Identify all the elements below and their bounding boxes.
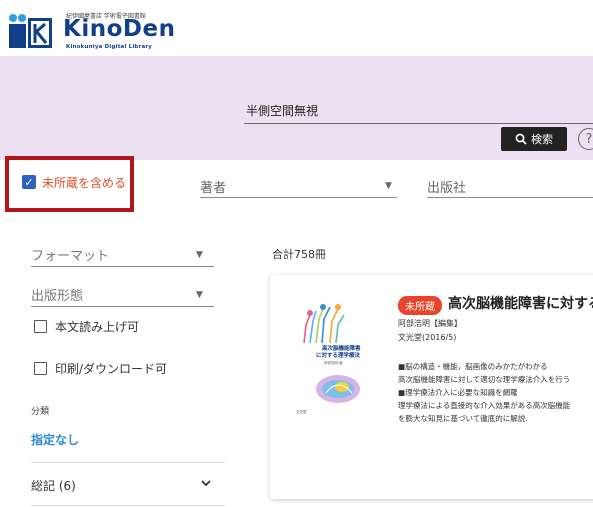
logo-subtitle: Kinokuniya Digital Library <box>66 44 153 50</box>
help-icon[interactable]: ? <box>578 128 593 150</box>
publisher-select[interactable]: 出版社 <box>427 176 593 198</box>
book-cover-image[interactable]: 高次脳機能障害 に対する理学療法 阿部浩明 編 文光堂 <box>286 285 386 419</box>
include-unowned-label[interactable]: 未所蔵を含める <box>42 174 126 191</box>
kinoden-logo-icon[interactable] <box>6 12 54 50</box>
category-none-link[interactable]: 指定なし <box>31 431 79 448</box>
book-title-link[interactable]: 高次脳機能障害に対する <box>448 293 593 313</box>
title-search-value: 半側空間無視 <box>246 104 319 118</box>
format-select[interactable]: フォーマット ▼ <box>31 243 214 267</box>
include-unowned-checkbox[interactable]: ✓ <box>22 175 36 189</box>
book-result-card[interactable]: 高次脳機能障害 に対する理学療法 阿部浩明 編 文光堂 未所蔵 高次脳機能障害に… <box>270 275 593 499</box>
publication-type-arrow-icon: ▼ <box>196 290 203 300</box>
publication-type-select[interactable]: 出版形態 ▼ <box>31 283 214 307</box>
sidebar-divider <box>31 462 225 463</box>
publication-type-label: 出版形態 <box>31 289 84 304</box>
author-dropdown-arrow-icon: ▼ <box>385 181 392 191</box>
book-publisher: 文光堂(2016/5) <box>398 333 457 342</box>
read-aloud-checkbox[interactable] <box>34 319 47 333</box>
header: 紀伊國屋書店 学術電子図書館 KinoDen Kinokuniya Digita… <box>0 0 593 56</box>
book-description-line: ■脳の構造・機能，脳画像のみかたがわかる <box>398 362 548 371</box>
format-dropdown-arrow-icon: ▼ <box>196 250 203 260</box>
search-button[interactable]: 検索 <box>501 127 567 151</box>
book-description-line: 理学療法による直接的な介入効果がある高次脳機能 <box>398 401 571 410</box>
svg-text:阿部浩明 編: 阿部浩明 編 <box>324 360 343 365</box>
search-icon <box>515 133 527 145</box>
print-download-checkbox[interactable] <box>34 361 47 375</box>
sidebar-divider <box>31 505 225 506</box>
author-select-label: 著者 <box>200 181 227 196</box>
search-panel: 半側空間無視 検索 ? <box>0 56 593 160</box>
result-count: 合計758冊 <box>272 248 326 261</box>
svg-text:高次脳機能障害: 高次脳機能障害 <box>322 344 361 352</box>
book-author: 阿部浩明【編集】 <box>398 319 462 328</box>
category-item-label: 総記 (6) <box>31 479 76 493</box>
svg-text:に対する理学療法: に対する理学療法 <box>316 351 361 359</box>
category-heading: 分類 <box>31 407 50 417</box>
category-item-general[interactable]: 総記 (6) <box>31 475 211 495</box>
print-download-option[interactable]: 印刷/ダウンロード可 <box>34 359 167 377</box>
search-button-label: 検索 <box>531 133 553 146</box>
publisher-select-label: 出版社 <box>427 181 467 196</box>
unowned-badge: 未所蔵 <box>398 296 442 315</box>
print-download-label: 印刷/ダウンロード可 <box>55 361 168 376</box>
read-aloud-option[interactable]: 本文読み上げ可 <box>34 317 139 335</box>
title-search-input[interactable]: 半側空間無視 <box>244 99 593 124</box>
book-description-line: を膨大な知見に基づいて徹底的に解説. <box>398 414 528 423</box>
format-select-label: フォーマット <box>31 249 110 264</box>
book-description-line: ■理学療法介入に必要な知識を網羅 <box>398 388 518 397</box>
svg-text:文光堂: 文光堂 <box>296 409 307 414</box>
book-description-line: 高次脳機能障害に対して適切な理学療法介入を行う <box>398 375 571 384</box>
read-aloud-label: 本文読み上げ可 <box>55 319 140 334</box>
logo-wordmark[interactable]: KinoDen <box>63 16 175 42</box>
chevron-down-icon[interactable] <box>201 478 211 488</box>
author-select[interactable]: 著者 ▼ <box>200 176 397 198</box>
